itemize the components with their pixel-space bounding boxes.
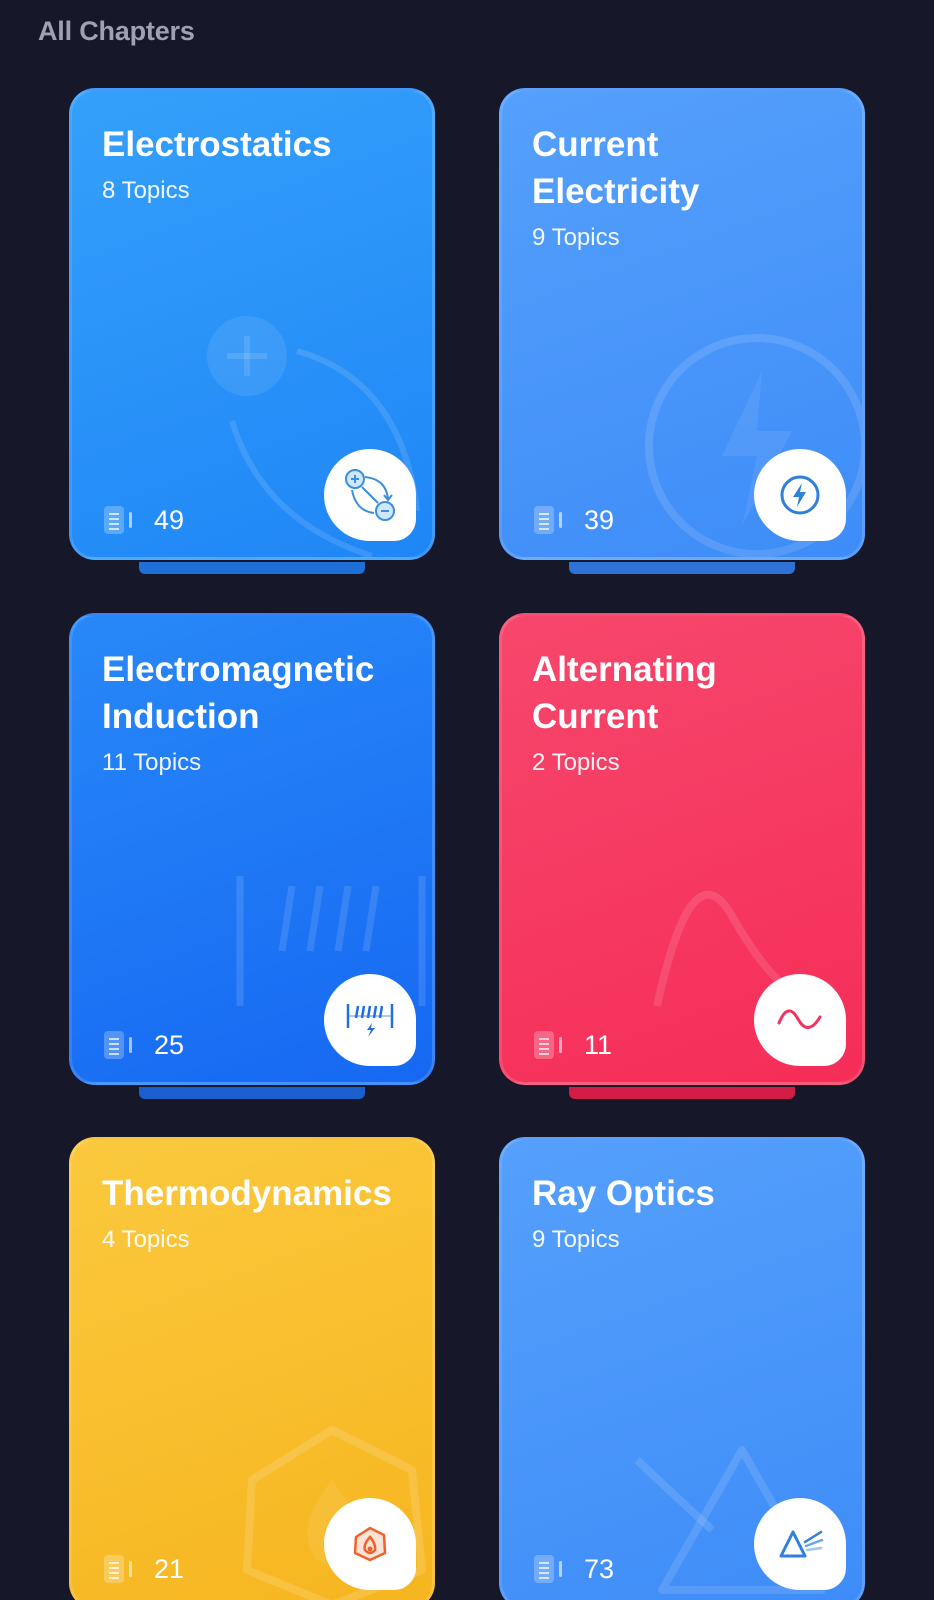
questions-list-icon	[534, 506, 562, 534]
chapters-screen: All Chapters Electrostatics 8 Topics 49 …	[0, 0, 934, 1600]
chapter-icon-badge	[754, 974, 846, 1066]
lightning-icon	[780, 475, 820, 515]
sine-wave-icon	[777, 1009, 822, 1029]
card-body[interactable]: Electrostatics 8 Topics 49	[69, 88, 435, 560]
prism-icon	[779, 1530, 824, 1558]
card-shadow	[139, 1087, 365, 1099]
chapter-icon-badge	[324, 449, 416, 541]
question-count: 25	[104, 1030, 184, 1060]
chapter-topics: 8 Topics	[102, 177, 190, 204]
question-count-value: 49	[154, 505, 185, 535]
chapter-title: Current Electricity 9 Topics	[532, 121, 832, 253]
question-count: 21	[104, 1554, 184, 1584]
card-body[interactable]: Ray Optics 9 Topics 73	[499, 1137, 865, 1600]
chapter-topics: 4 Topics	[102, 1226, 190, 1253]
question-count-value: 25	[154, 1030, 185, 1060]
flame-icon	[353, 1526, 387, 1562]
chapter-icon-badge	[324, 1498, 416, 1590]
question-count-value: 39	[584, 505, 615, 535]
chapter-icon-badge	[754, 1498, 846, 1590]
question-count-value: 11	[584, 1030, 613, 1060]
questions-list-icon	[534, 1555, 562, 1583]
section-title: All Chapters	[38, 16, 195, 46]
charges-icon	[345, 469, 395, 521]
card-shadow	[569, 1087, 795, 1099]
questions-list-icon	[104, 506, 132, 534]
chapter-card-electromagnetic-induction[interactable]: Electromagnetic Induction 11 Topics 25	[69, 613, 435, 1099]
chapter-title: Alternating Current 2 Topics	[532, 646, 832, 778]
question-count: 73	[534, 1554, 614, 1584]
question-count: 49	[104, 505, 184, 535]
questions-list-icon	[104, 1555, 132, 1583]
chapter-title: Electromagnetic Induction 11 Topics	[102, 646, 402, 778]
chapter-topics: 9 Topics	[532, 224, 620, 251]
chapter-title: Electrostatics 8 Topics	[102, 121, 402, 206]
chapter-card-alternating-current[interactable]: Alternating Current 2 Topics 11	[499, 613, 865, 1099]
question-count: 39	[534, 505, 614, 535]
card-shadow	[139, 562, 365, 574]
chapter-card-ray-optics[interactable]: Ray Optics 9 Topics 73	[499, 1137, 865, 1600]
question-count: 11	[534, 1030, 612, 1060]
chapter-card-thermodynamics[interactable]: Thermodynamics 4 Topics 21	[69, 1137, 435, 1600]
card-body[interactable]: Electromagnetic Induction 11 Topics 25	[69, 613, 435, 1085]
card-body[interactable]: Thermodynamics 4 Topics 21	[69, 1137, 435, 1600]
card-shadow	[569, 562, 795, 574]
chapter-topics: 11 Topics	[102, 749, 202, 776]
chapter-title: Thermodynamics 4 Topics	[102, 1170, 402, 1255]
chapter-icon-badge	[324, 974, 416, 1066]
card-body[interactable]: Current Electricity 9 Topics 39	[499, 88, 865, 560]
card-body[interactable]: Alternating Current 2 Topics 11	[499, 613, 865, 1085]
questions-list-icon	[534, 1031, 562, 1059]
chapter-title: Ray Optics 9 Topics	[532, 1170, 832, 1255]
coil-icon	[346, 1004, 394, 1037]
questions-list-icon	[104, 1031, 132, 1059]
chapter-topics: 2 Topics	[532, 749, 620, 776]
chapter-card-electrostatics[interactable]: Electrostatics 8 Topics 49	[69, 88, 435, 574]
chapter-icon-badge	[754, 449, 846, 541]
chapter-card-current-electricity[interactable]: Current Electricity 9 Topics 39	[499, 88, 865, 574]
question-count-value: 73	[584, 1554, 615, 1584]
question-count-value: 21	[154, 1554, 185, 1584]
chapter-topics: 9 Topics	[532, 1226, 620, 1253]
